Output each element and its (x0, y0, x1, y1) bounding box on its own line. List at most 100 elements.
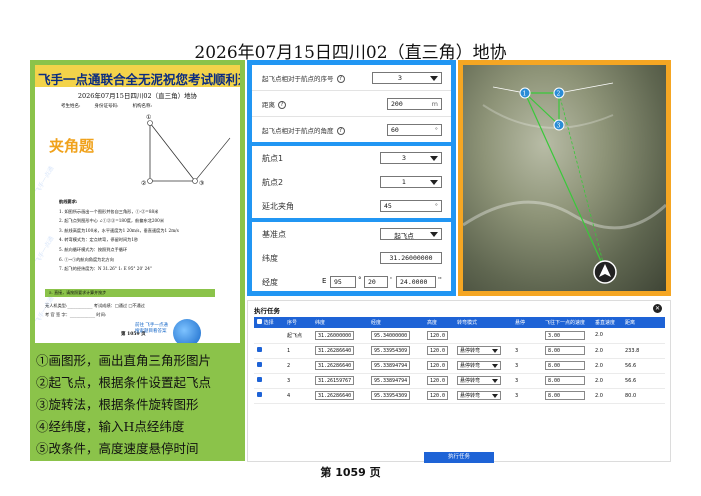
cell-turn-mode-select[interactable]: 悬停转弯 (457, 391, 501, 400)
col-lon: 经度 (368, 317, 424, 328)
exam-field-id: 身份证号码: (94, 104, 119, 109)
cell-speed[interactable]: 8.00 (545, 391, 585, 400)
requirement-item: 1. 如图所示画出一个图形并各自三角形，①-②=88米 (59, 208, 159, 214)
signature-block: 无人机类型:____________ 考试成绩：□通过 □不通过 考 官 签 字… (45, 301, 145, 319)
cell-alt[interactable]: 120.0 (427, 330, 449, 340)
page: 2026年07月15日四川02（直三角）地协 飞手一点通联合全无泥祝您考试顺利通… (0, 0, 701, 496)
longitude-dir: E (322, 277, 327, 285)
settings-panel: 起飞点相对于航点的序号? 3 距离? 200 m 起飞点相对于航点的角度? 60 ° (247, 60, 456, 296)
cell-speed[interactable]: 8.00 (545, 361, 585, 370)
extend-angle-label: 延北夹角 (262, 202, 294, 211)
min-symbol: ' (390, 276, 392, 284)
cell-vspeed: 2.0 (592, 373, 622, 389)
deg-symbol: ° (358, 276, 362, 284)
angle-row: 起飞点相对于航点的角度? 60 ° (252, 117, 451, 143)
takeoff-seq-select[interactable]: 3 (372, 72, 442, 84)
waypoint2-select[interactable]: 1 (380, 176, 442, 188)
cell-lon[interactable]: 95.33954309 (371, 391, 411, 400)
cell-speed[interactable]: 8.00 (545, 346, 585, 355)
cell-vspeed: 2.0 (592, 328, 622, 344)
map-waypoint-2[interactable]: 2 (557, 91, 561, 98)
longitude-min-input[interactable]: 20 (364, 276, 388, 288)
cell-seq: 起飞点 (284, 328, 312, 344)
longitude-deg-input[interactable]: 95 (330, 276, 356, 288)
requirement-item: 5. 航向循环模式为：按照到点手循环 (59, 246, 128, 252)
cell-lat[interactable]: 31.26286640 (315, 361, 355, 370)
requirement-item: 4. 转弯模式为：定点转弯，停留时间为1秒 (59, 237, 139, 243)
task-dialog-header: 执行任务 ✕ (248, 301, 670, 317)
help-icon[interactable]: ? (336, 75, 345, 83)
requirement-item: 6. ①→①的航向角度为北方向 (59, 256, 114, 262)
brand-logo-text: 前往 飞手一点通 搜索题目看答案 (135, 323, 168, 335)
help-icon[interactable]: ? (278, 101, 286, 109)
cell-turn-mode-select[interactable]: 悬停转弯 (457, 346, 501, 355)
base-point-row: 基准点 起飞点 (252, 222, 451, 246)
cell-seq: 2 (284, 358, 312, 374)
cell-alt[interactable]: 120.0 (427, 391, 449, 400)
col-alt: 高度 (424, 317, 454, 328)
table-row: 4 31.26286640 95.33954309 120.0 悬停转弯 3 8… (254, 388, 665, 404)
map-waypoint-1[interactable]: 1 (523, 91, 527, 98)
cell-distance: 56.6 (622, 358, 665, 374)
cell-lat[interactable]: 31.26286640 (315, 391, 355, 400)
col-vspeed: 垂直速度 (592, 317, 622, 328)
extend-angle-input[interactable]: 45 ° (380, 200, 442, 212)
cell-lon[interactable]: 95.33894794 (371, 376, 411, 385)
cell-turn-mode-select[interactable]: 悬停转弯 (457, 376, 501, 385)
cell-alt[interactable]: 120.0 (427, 376, 449, 385)
waypoint1-select[interactable]: 3 (380, 152, 442, 164)
table-row: 3 31.26159767 95.33894794 120.0 悬停转弯 3 8… (254, 373, 665, 389)
cell-lat[interactable]: 31.26159767 (315, 376, 355, 385)
cell-lat[interactable]: 31.26000000 (315, 330, 355, 340)
close-icon[interactable]: ✕ (653, 304, 662, 313)
help-icon[interactable]: ? (336, 127, 345, 135)
task-dialog-title: 执行任务 (254, 307, 280, 315)
longitude-sec-input[interactable]: 24.0000 (396, 276, 436, 288)
latitude-input[interactable]: 31.26000000 (380, 252, 442, 264)
requirement-item: 7. 起飞的经纬度为：N 31.26° 1: E 95° 20' 24" (59, 266, 152, 272)
map-waypoint-3[interactable]: 3 (557, 123, 561, 130)
latitude-row: 纬度 31.26000000 (252, 246, 451, 270)
row-checkbox[interactable] (257, 377, 262, 382)
row-checkbox[interactable] (257, 362, 262, 367)
cell-lat[interactable]: 31.26286640 (315, 346, 355, 355)
cell-alt[interactable]: 120.0 (427, 346, 449, 355)
map-panel: 1 2 3 N (458, 60, 671, 296)
exam-fields: 考生姓名: 身份证号码: 机构名称: (35, 103, 240, 109)
cell-speed[interactable]: 3.00 (545, 330, 585, 340)
waypoint2-row: 航点2 1 (252, 170, 451, 194)
distance-input[interactable]: 200 m (387, 98, 442, 110)
angle-input[interactable]: 60 ° (387, 124, 442, 136)
waypoint2-label: 航点2 (262, 178, 284, 187)
satellite-map[interactable]: 1 2 3 N (463, 65, 666, 291)
chevron-down-icon (430, 232, 438, 237)
exam-field-org: 机构名称: (132, 104, 153, 109)
chevron-down-icon (430, 180, 438, 185)
execute-task-button[interactable]: 执行任务 (424, 452, 494, 463)
waypoint-angle-card: 航点1 3 航点2 1 延北夹角 45 ° (252, 146, 451, 218)
exam-sheet: 飞手一点通联合全无泥祝您考试顺利通过 2026年07月15日四川02（直三角）地… (35, 65, 240, 343)
table-header: 选择 序号 纬度 经度 高度 转弯模式 悬停 飞往下一点的速度 垂直速度 距离 (254, 317, 665, 328)
cell-lon[interactable]: 95.33954309 (371, 346, 411, 355)
col-select[interactable]: 选择 (254, 317, 284, 328)
base-point-select[interactable]: 起飞点 (380, 228, 442, 240)
sec-symbol: '' (438, 276, 442, 284)
cell-lon[interactable]: 95.34000000 (371, 330, 411, 340)
cell-alt[interactable]: 120.0 (427, 361, 449, 370)
highlight-note: 5. 直接，请按照要求计算并按步 (45, 289, 215, 297)
cell-hover: 3 (512, 388, 542, 404)
cell-lon[interactable]: 95.33894794 (371, 361, 411, 370)
cell-speed[interactable]: 8.00 (545, 376, 585, 385)
row-checkbox[interactable] (257, 347, 262, 352)
takeoff-marker-icon[interactable] (594, 261, 616, 283)
exam-field-name: 考生姓名: (61, 104, 81, 109)
route-overlay: 1 2 3 N (463, 82, 666, 284)
row-checkbox[interactable] (257, 392, 262, 397)
brand-logo-icon (173, 319, 201, 343)
steps-list: ①画图形，画出直角三角形图片 ②起飞点，根据条件设置起飞点 ③旋转法，根据条件旋… (36, 350, 211, 460)
cell-distance: 233.8 (622, 343, 665, 359)
page-footer: 第 1059 页 (320, 466, 381, 479)
latitude-label: 纬度 (262, 254, 278, 263)
cell-vspeed: 2.0 (592, 358, 622, 374)
cell-turn-mode-select[interactable]: 悬停转弯 (457, 361, 501, 370)
